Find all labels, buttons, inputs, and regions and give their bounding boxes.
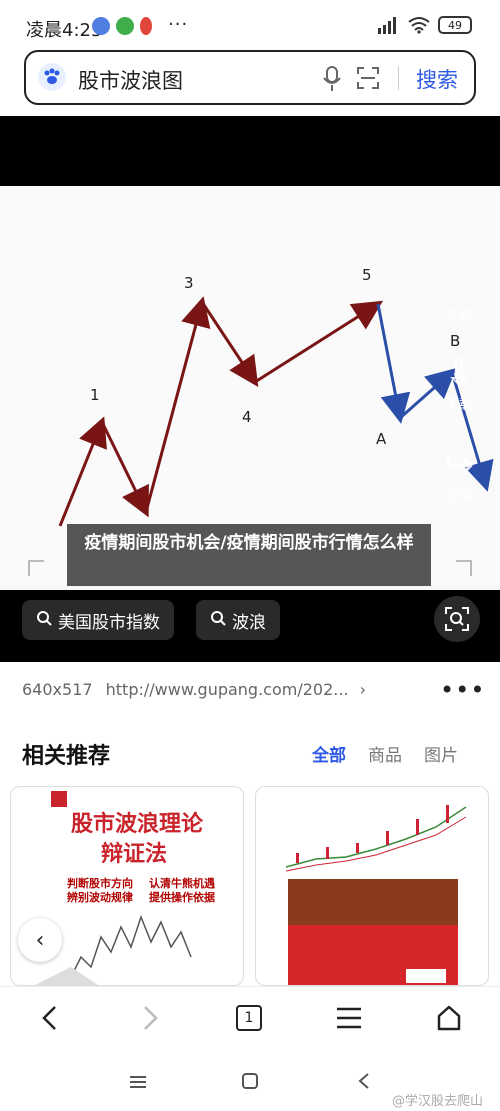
image-top-band xyxy=(0,116,500,186)
chip-label: 美国股市指数 xyxy=(58,612,160,633)
tab-products[interactable]: 商品 xyxy=(368,741,402,766)
search-input[interactable]: 股市波浪图 xyxy=(78,65,183,95)
search-button[interactable]: 搜索 xyxy=(416,64,458,94)
system-back-button[interactable] xyxy=(358,1070,370,1094)
home-button[interactable] xyxy=(434,1003,464,1033)
crop-corner-left xyxy=(28,560,44,576)
source-url[interactable]: http://www.gupang.com/202... xyxy=(106,680,349,699)
hamburger-icon xyxy=(337,1007,361,1029)
microphone-icon[interactable] xyxy=(322,66,342,96)
chevron-left-icon: ‹ xyxy=(35,927,45,953)
heart-icon: ♡ xyxy=(442,265,476,306)
book-title: 股市波浪理论 辩证法 xyxy=(71,811,204,867)
status-bar: 凌晨4:25 ··· 49 xyxy=(0,0,500,50)
wifi-icon xyxy=(408,17,430,34)
related-search-chips: 美国股市指数 波浪 xyxy=(0,590,500,662)
system-home-button[interactable] xyxy=(242,1070,258,1094)
image-viewer[interactable]: 1 3 4 5 A B ♡ 喜欢 ⇩ 下载 ↪ 分享 疫情期间股市机会/疫情期间… xyxy=(0,116,500,662)
menu-button[interactable] xyxy=(334,1003,364,1033)
home-icon xyxy=(437,1005,461,1031)
image-caption: 疫情期间股市机会/疫情期间股市行情怎么样 xyxy=(67,524,431,586)
related-recommendations-title: 相关推荐 xyxy=(22,744,111,769)
wechat-notification-icon xyxy=(116,17,134,35)
wave-leg-4 xyxy=(200,301,259,388)
chevron-right-icon: › xyxy=(359,680,367,699)
back-button[interactable] xyxy=(34,1003,64,1033)
tab-all[interactable]: 全部 xyxy=(312,741,346,766)
chip-wave[interactable]: 波浪 xyxy=(196,600,280,640)
browser-toolbar: 1 xyxy=(0,986,500,1050)
candlestick-graphic xyxy=(256,787,488,985)
share-icon: ↪ xyxy=(443,445,475,486)
download-action[interactable]: ⇩ 下载 xyxy=(430,354,488,414)
wave-label-4: 4 xyxy=(242,408,252,426)
watermark: @学汉股去爬山 xyxy=(392,1094,484,1109)
baidu-paw-icon xyxy=(38,63,66,91)
signal-icon xyxy=(378,17,396,34)
like-action[interactable]: ♡ 喜欢 xyxy=(430,266,488,326)
tab-images[interactable]: 图片 xyxy=(424,741,458,766)
recommendation-tabs: 全部 商品 图片 xyxy=(312,741,458,766)
wave-label-3: 3 xyxy=(184,274,194,292)
arrow-left-icon xyxy=(42,1006,56,1030)
search-bar[interactable]: 股市波浪图 搜索 xyxy=(24,50,476,105)
more-options-icon[interactable]: ••• xyxy=(440,676,485,704)
lens-icon xyxy=(445,607,469,631)
recommendation-card-chart[interactable] xyxy=(255,786,489,986)
wave-label-1: 1 xyxy=(90,386,100,404)
wave-label-b: B xyxy=(450,332,461,350)
image-source-row[interactable]: 640x517 http://www.gupang.com/202... › xyxy=(22,680,478,699)
download-icon: ⇩ xyxy=(443,353,475,394)
more-notifications-icon: ··· xyxy=(168,14,189,35)
notification-icons xyxy=(92,17,152,35)
book-logo-icon xyxy=(51,791,67,807)
chip-us-stock-index[interactable]: 美国股市指数 xyxy=(22,600,174,640)
location-notification-icon xyxy=(140,17,152,35)
scan-icon[interactable] xyxy=(356,66,380,94)
wave-leg-a xyxy=(376,303,411,424)
app-notification-icon xyxy=(92,17,110,35)
download-label: 下载 xyxy=(445,397,473,413)
square-icon xyxy=(242,1073,258,1089)
like-label: 喜欢 xyxy=(445,309,473,325)
wave-label-5: 5 xyxy=(362,266,372,284)
share-label: 分享 xyxy=(445,489,473,505)
wave-leg-1 xyxy=(58,416,107,527)
tabs-button[interactable]: 1 xyxy=(234,1003,264,1033)
search-icon xyxy=(36,610,52,631)
wave-label-a: A xyxy=(376,430,387,448)
forward-button[interactable] xyxy=(136,1003,166,1033)
chip-label: 波浪 xyxy=(232,612,266,633)
wave-leg-3 xyxy=(144,296,211,513)
tab-count: 1 xyxy=(236,1005,262,1031)
image-dimensions: 640x517 xyxy=(22,680,93,699)
battery-icon: 49 xyxy=(438,16,472,34)
recent-apps-button[interactable] xyxy=(130,1070,146,1094)
image-search-button[interactable] xyxy=(434,596,480,642)
status-time: 凌晨4:25 xyxy=(26,20,103,41)
carousel-back-button[interactable]: ‹ xyxy=(18,918,62,962)
wave-leg-2 xyxy=(100,421,149,518)
share-action[interactable]: ↪ 分享 xyxy=(430,446,488,506)
system-back-icon xyxy=(358,1073,369,1089)
wave-leg-5 xyxy=(254,300,384,384)
search-icon xyxy=(210,610,226,631)
search-divider xyxy=(398,66,399,90)
recents-icon xyxy=(130,1076,146,1088)
status-right: 49 xyxy=(376,16,472,34)
crop-corner-right xyxy=(456,560,472,576)
arrow-right-icon xyxy=(144,1006,158,1030)
